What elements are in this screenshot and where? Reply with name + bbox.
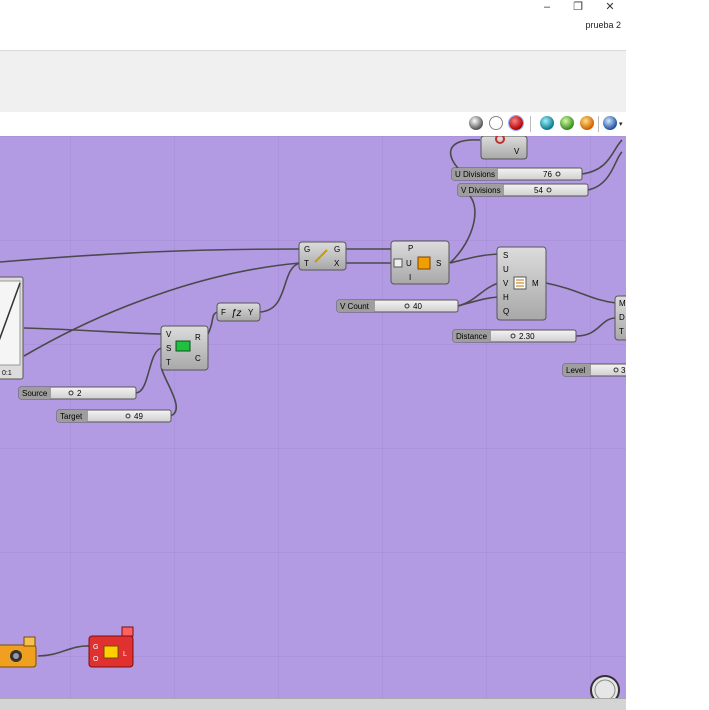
expression-icon: ƒz (231, 308, 242, 319)
port-t-in: T (304, 259, 309, 268)
material-icon[interactable] (560, 116, 574, 130)
port-u: U (406, 259, 412, 268)
preview-shaded-icon[interactable] (469, 116, 483, 130)
port-o: O (93, 656, 99, 663)
preview-selected-icon[interactable] (508, 115, 524, 131)
document-title: prueba 2 (585, 20, 621, 30)
bake-icon[interactable] (540, 116, 554, 130)
surface-parameter[interactable]: V (480, 136, 528, 160)
slider-label: U Divisions (455, 170, 495, 179)
restore-button[interactable]: ❐ (563, 0, 593, 14)
port-g-out: G (334, 245, 340, 254)
toolbar-separator (530, 116, 531, 132)
port-r-out: R (195, 333, 201, 342)
cluster-icon (103, 645, 119, 659)
port-s: S (166, 344, 171, 353)
divide-icon (417, 256, 431, 270)
title-bar: – ❐ ✕ prueba 2 (0, 0, 709, 36)
slider-value: 76 (543, 170, 552, 179)
u-divisions-slider[interactable]: U Divisions 76 (451, 167, 583, 181)
canvas-graph: V U Divisions 76 V Divisions 54 G T G X … (0, 136, 626, 698)
port-p: P (408, 244, 413, 253)
v-divisions-slider[interactable]: V Divisions 54 (457, 183, 589, 197)
remap-component[interactable]: V S T R C (160, 325, 209, 371)
slider-value: 49 (134, 412, 143, 421)
right-blank-area (626, 36, 709, 709)
distance-slider[interactable]: Distance 2.30 (452, 329, 577, 343)
slider-value: 40 (413, 302, 422, 311)
port-x-out: X (334, 259, 340, 268)
slider-label: V Count (340, 302, 370, 311)
navigation-control[interactable] (590, 675, 620, 698)
port-m-out: M (532, 279, 539, 288)
toolbar-separator (598, 116, 599, 132)
port-y: Y (248, 308, 254, 317)
port-u: U (503, 265, 509, 274)
mesh-component[interactable]: S U V H Q M (496, 246, 547, 321)
ribbon-panel (0, 50, 626, 114)
port-v: V (503, 279, 509, 288)
divide-surface-component[interactable]: P U I S (390, 240, 450, 285)
level-slider[interactable]: Level 3 (562, 363, 626, 377)
expression-component[interactable]: F Y ƒz (216, 302, 261, 322)
port-h: H (503, 293, 509, 302)
slider-value: 54 (534, 186, 543, 195)
minimize-button[interactable]: – (532, 0, 562, 14)
port-v: V (514, 147, 520, 156)
port-d: D (619, 313, 625, 322)
slider-label: V Divisions (461, 186, 501, 195)
slider-label: Target (60, 412, 83, 421)
port-i: I (409, 273, 411, 282)
slider-label: Level (566, 366, 585, 375)
port-g-in: G (304, 245, 310, 254)
port-s-out: S (436, 259, 441, 268)
color-icon[interactable] (580, 116, 594, 130)
status-bar (0, 698, 626, 710)
chevron-down-icon[interactable]: ▾ (619, 120, 623, 128)
port-g: G (93, 644, 98, 651)
graph-mapper[interactable]: 0:1 (0, 276, 24, 380)
close-button[interactable]: ✕ (595, 0, 625, 14)
port-c-out: C (195, 354, 201, 363)
source-slider[interactable]: Source 2 (18, 386, 137, 400)
slider-value: 2 (77, 389, 82, 398)
display-icon[interactable] (603, 116, 617, 130)
remap-icon (175, 340, 191, 352)
canvas-toolbar: ▾ (0, 112, 626, 137)
port-l: L (123, 651, 127, 658)
slider-value: 2.30 (519, 332, 535, 341)
evaluate-component[interactable]: G T G X (298, 241, 347, 271)
port-v: V (166, 330, 172, 339)
port-t: T (166, 358, 171, 367)
target-slider[interactable]: Target 49 (56, 409, 172, 423)
slider-label: Source (22, 389, 48, 398)
right-component[interactable]: M D T (614, 295, 626, 341)
slider-label: Distance (456, 332, 488, 341)
grasshopper-canvas[interactable]: V U Divisions 76 V Divisions 54 G T G X … (0, 136, 626, 698)
port-q: Q (503, 307, 509, 316)
port-t: T (619, 327, 624, 336)
grid-icon (393, 258, 403, 268)
port-f: F (221, 308, 226, 317)
port-m: M (619, 299, 626, 308)
port-s: S (503, 251, 508, 260)
range-label: 0:1 (2, 370, 12, 377)
preview-wire-icon[interactable] (489, 116, 503, 130)
v-count-slider[interactable]: V Count 40 (336, 299, 459, 313)
